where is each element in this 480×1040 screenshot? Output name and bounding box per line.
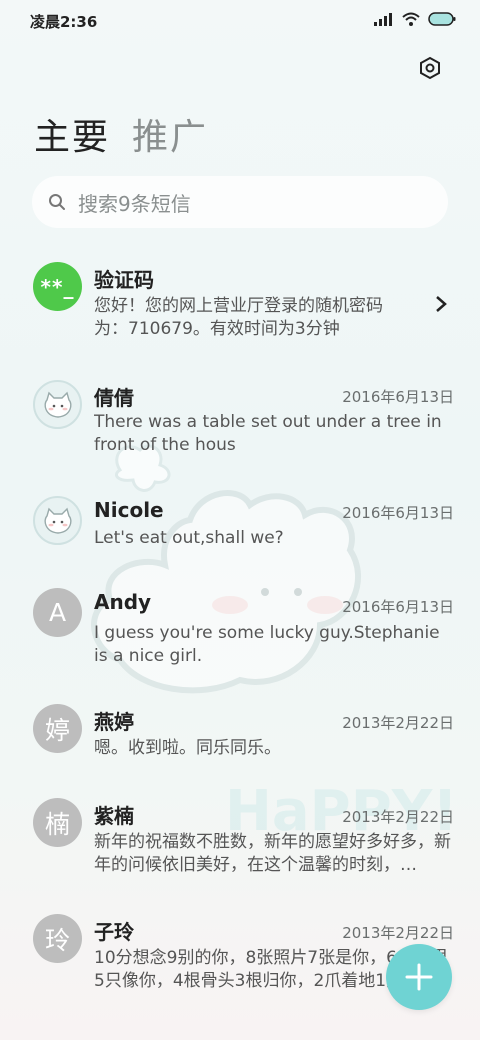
conversation-item[interactable]: Nicole 2016年6月13日 Let's eat out,shall we… <box>0 486 480 566</box>
plus-icon <box>405 963 433 991</box>
status-icons <box>374 12 456 26</box>
bear-avatar-icon <box>44 507 71 534</box>
sender-name: Nicole <box>94 498 164 522</box>
sender-name: 紫楠 <box>94 804 134 828</box>
avatar-text: 婷 <box>44 715 70 745</box>
avatar: 玲 <box>33 914 82 963</box>
settings-button[interactable] <box>414 52 446 84</box>
avatar: 楠 <box>33 798 82 847</box>
avatar <box>33 380 82 429</box>
avatar-text: 楠 <box>44 809 70 839</box>
message-date: 2013年2月22日 <box>342 808 454 826</box>
message-preview: 您好！您的网上营业厅登录的随机密码为：710679。有效时间为3分钟 <box>94 296 383 339</box>
avatar: **_ <box>33 262 82 311</box>
status-time: 凌晨2:36 <box>30 13 98 31</box>
search-icon <box>49 194 65 210</box>
message-date: 2016年6月13日 <box>342 388 454 406</box>
avatar-text: A <box>48 598 67 627</box>
battery-icon <box>428 12 456 26</box>
message-preview: Let's eat out,shall we? <box>94 528 284 548</box>
message-preview: 嗯。收到啦。同乐同乐。 <box>94 738 281 758</box>
category-tabs: 主要 推广 <box>34 108 208 160</box>
conversation-item[interactable]: 婷 燕婷 2013年2月22日 嗯。收到啦。同乐同乐。 <box>0 702 480 782</box>
status-bar: 凌晨2:36 <box>0 0 480 42</box>
tab-promotions[interactable]: 推广 <box>132 108 208 160</box>
sender-name: 子玲 <box>94 920 134 944</box>
message-date: 2016年6月13日 <box>342 504 454 522</box>
sender-name: 倩倩 <box>94 386 134 410</box>
search-input[interactable]: 搜索9条短信 <box>32 176 448 228</box>
avatar: 婷 <box>33 704 82 753</box>
tab-main[interactable]: 主要 <box>34 108 110 160</box>
avatar-text: **_ <box>40 274 75 299</box>
search-placeholder: 搜索9条短信 <box>78 191 191 216</box>
sender-name: Andy <box>94 590 152 614</box>
bear-avatar-icon <box>44 391 71 418</box>
avatar-text: 玲 <box>44 925 70 955</box>
conversation-item[interactable]: **_ 验证码 您好！您的网上营业厅登录的随机密码为：710679。有效时间为3… <box>0 252 480 356</box>
conversation-item[interactable]: 倩倩 2016年6月13日 There was a table set out … <box>0 370 480 474</box>
avatar <box>33 496 82 545</box>
message-date: 2016年6月13日 <box>342 598 454 616</box>
message-preview: There was a table set out under a tree i… <box>94 412 442 455</box>
message-date: 2013年2月22日 <box>342 714 454 732</box>
message-preview: 新年的祝福数不胜数，新年的愿望好多好多，新年的问候依旧美好，在这个温馨的时刻，… <box>94 832 451 875</box>
message-date: 2013年2月22日 <box>342 924 454 942</box>
signal-icon <box>374 13 392 26</box>
chevron-right-icon[interactable] <box>434 295 448 313</box>
sender-name: 验证码 <box>94 268 154 292</box>
conversation-item[interactable]: 楠 紫楠 2013年2月22日 新年的祝福数不胜数，新年的愿望好多好多，新年的问… <box>0 796 480 900</box>
sender-name: 燕婷 <box>94 710 134 734</box>
conversation-item[interactable]: A Andy 2016年6月13日 I guess you're some lu… <box>0 586 480 690</box>
new-message-button[interactable] <box>386 944 452 1010</box>
wifi-icon <box>402 12 420 26</box>
message-preview: I guess you're some lucky guy.Stephanie … <box>94 623 440 666</box>
settings-hexagon-icon <box>420 56 440 80</box>
avatar: A <box>33 588 82 637</box>
